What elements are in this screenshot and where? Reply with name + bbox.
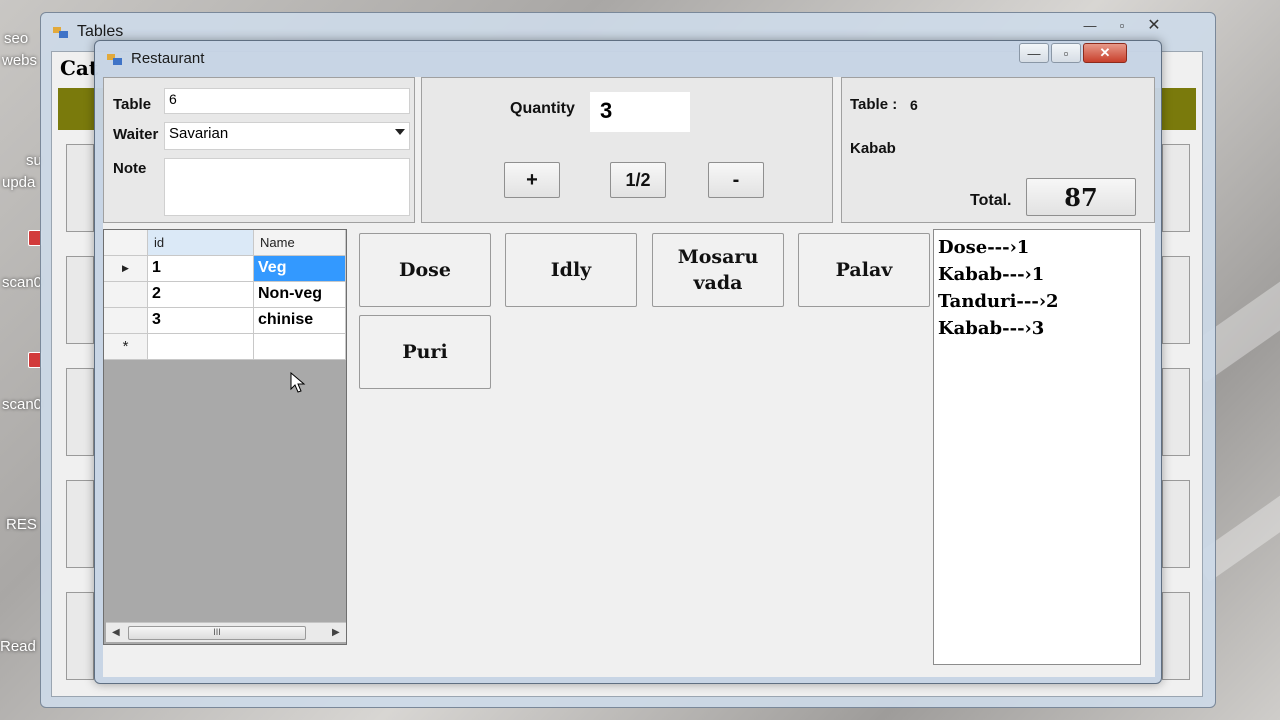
current-row-indicator[interactable]: ▶ [104,256,148,282]
summary-panel: Table : 6 Kabab Total. 87 [841,77,1155,223]
note-label: Note [113,160,147,177]
desktop-icon-label[interactable]: scan0 [2,396,42,413]
horizontal-scrollbar[interactable]: ◀ III ▶ [106,622,346,642]
order-form-panel: Table 6 Waiter Savarian Note [103,77,415,223]
list-item[interactable]: Tanduri---›2 [938,288,1136,315]
desktop-icon-label[interactable]: scan0 [2,274,42,291]
table-tile[interactable] [66,592,94,680]
restaurant-client-area: Table 6 Waiter Savarian Note Quantity 3 … [103,77,1155,677]
note-field[interactable] [164,158,410,216]
scrollbar-thumb[interactable]: III [128,626,306,640]
desktop-icon-label[interactable]: seo [4,30,28,47]
table-tile[interactable] [1162,592,1190,680]
list-item[interactable]: Kabab---›1 [938,261,1136,288]
decrement-button[interactable]: - [708,162,764,198]
table-tile[interactable] [1162,144,1190,232]
total-display: 87 [1026,178,1136,216]
mouse-cursor-icon [290,372,306,393]
chevron-down-icon[interactable] [395,129,405,135]
new-row[interactable]: * [104,334,346,360]
maximize-button[interactable]: ▫ [1107,15,1137,35]
table-tile[interactable] [1162,480,1190,568]
menu-item-button[interactable]: Palav [798,233,930,307]
quantity-field[interactable]: 3 [590,92,690,132]
menu-item-button[interactable]: Dose [359,233,491,307]
category-grid[interactable]: id Name ▶ 1 Veg 2 Non-veg 3 chinise * ◀ … [103,229,347,645]
maximize-button[interactable]: ▫ [1051,43,1081,63]
row-header[interactable] [104,282,148,308]
row-header[interactable] [104,308,148,334]
close-button[interactable]: ✕ [1083,43,1127,63]
table-label: Table [113,96,152,113]
scroll-right-icon[interactable]: ▶ [332,627,340,638]
table-row[interactable]: ▶ 1 Veg [104,256,346,282]
minimize-button[interactable]: — [1075,15,1105,35]
cell-name[interactable]: chinise [254,308,346,334]
waiter-label: Waiter [113,126,159,143]
quantity-panel: Quantity 3 + 1/2 - [421,77,833,223]
table-tile[interactable] [66,368,94,456]
cell-id[interactable]: 2 [148,282,254,308]
cell-name[interactable] [254,334,346,360]
desktop-icon-label[interactable]: upda [2,174,35,191]
total-label: Total. [970,192,1012,209]
tables-window-title: Tables [77,23,124,40]
summary-table-label: Table : [850,96,898,113]
grid-header-row: id Name [104,230,346,256]
minimize-button[interactable]: — [1019,43,1049,63]
cell-name[interactable]: Veg [254,256,346,282]
cell-id[interactable] [148,334,254,360]
table-tile[interactable] [1162,256,1190,344]
order-list[interactable]: Dose---›1 Kabab---›1 Tanduri---›2 Kabab-… [933,229,1141,665]
cell-id[interactable]: 1 [148,256,254,282]
table-tile[interactable] [66,256,94,344]
grid-corner [104,230,148,256]
quantity-label: Quantity [510,100,575,117]
summary-table-value: 6 [910,97,918,113]
half-button[interactable]: 1/2 [610,162,666,198]
close-button[interactable]: ✕ [1139,15,1169,35]
new-row-marker[interactable]: * [104,334,148,360]
list-item[interactable]: Kabab---›3 [938,315,1136,342]
menu-item-button[interactable]: Puri [359,315,491,389]
table-tile[interactable] [66,144,94,232]
waiter-selected-value: Savarian [169,125,229,142]
summary-item: Kabab [850,140,896,157]
app-icon [107,52,123,71]
category-heading: Cat [60,56,99,80]
column-header-name[interactable]: Name [254,230,346,256]
menu-item-button[interactable]: Mosaru vada [652,233,784,307]
table-tile[interactable] [66,480,94,568]
increment-button[interactable]: + [504,162,560,198]
table-field[interactable]: 6 [164,88,410,114]
scroll-left-icon[interactable]: ◀ [112,627,120,638]
tables-window-caption-buttons: — ▫ ✕ [1075,15,1169,35]
table-tile[interactable] [1162,368,1190,456]
restaurant-window: Restaurant — ▫ ✕ Table 6 Waiter Savarian… [94,40,1162,684]
menu-item-button[interactable]: Idly [505,233,637,307]
waiter-dropdown[interactable]: Savarian [164,122,410,150]
cell-id[interactable]: 3 [148,308,254,334]
app-icon [53,25,69,44]
cell-name[interactable]: Non-veg [254,282,346,308]
table-row[interactable]: 3 chinise [104,308,346,334]
desktop-icon-label[interactable]: Read [0,638,36,655]
restaurant-window-title: Restaurant [131,50,205,67]
column-header-id[interactable]: id [148,230,254,256]
restaurant-window-caption-buttons: — ▫ ✕ [1019,43,1127,63]
desktop-icon-label[interactable]: RES [6,516,37,533]
list-item[interactable]: Dose---›1 [938,234,1136,261]
table-row[interactable]: 2 Non-veg [104,282,346,308]
desktop-icon-label[interactable]: webs [2,52,37,69]
